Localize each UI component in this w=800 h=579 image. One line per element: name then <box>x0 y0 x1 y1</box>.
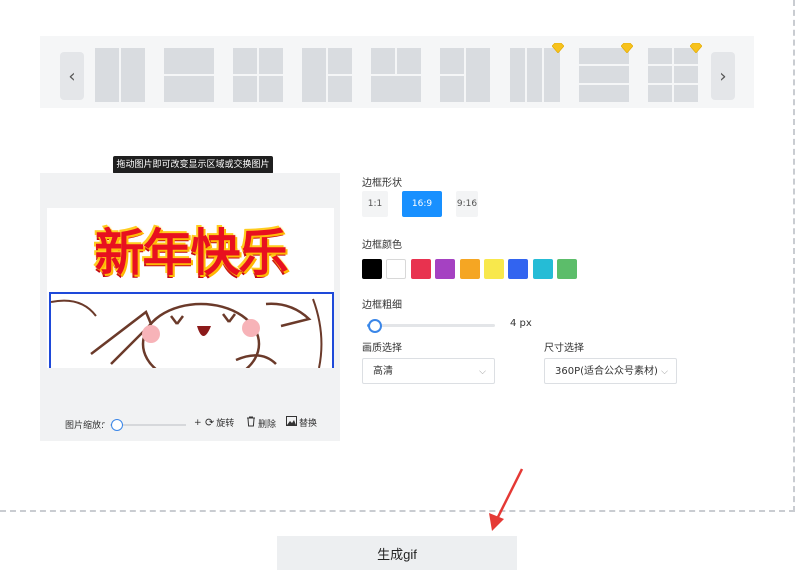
premium-diamond-icon <box>552 43 564 53</box>
layout-cell <box>674 66 698 83</box>
layout-cell <box>233 48 257 74</box>
ratio-1-1-button[interactable]: 1:1 <box>362 191 388 217</box>
zoom-out-button[interactable]: - <box>102 418 105 428</box>
size-value: 360P(适合公众号素材) <box>555 366 658 377</box>
color-swatch[interactable] <box>484 259 504 279</box>
next-layouts-button[interactable]: › <box>711 52 735 100</box>
layout-cell <box>164 48 214 74</box>
layout-cell <box>674 85 698 102</box>
layout-three-rows-thumbnail[interactable] <box>579 43 633 102</box>
layout-cell <box>440 48 464 74</box>
layout-cell <box>233 76 257 102</box>
layout-cell <box>259 76 283 102</box>
delete-label: 删除 <box>258 419 277 430</box>
layout-cell <box>527 48 542 102</box>
panel-border-bottom <box>0 510 795 512</box>
prev-layouts-button[interactable]: ‹ <box>60 52 84 100</box>
layout-cell <box>397 48 421 74</box>
drag-hint-tooltip: 拖动图片即可改变显示区域或交换图片位置 <box>113 156 273 188</box>
rotate-icon: ⟳ <box>205 416 215 429</box>
replace-label: 替换 <box>299 419 318 429</box>
layout-cell <box>328 76 352 102</box>
layout-one-plus-two-thumbnail[interactable] <box>302 48 352 102</box>
size-label: 尺寸选择 <box>544 343 584 354</box>
premium-diamond-icon <box>621 43 633 53</box>
rotate-button[interactable]: ⟳ 旋转 <box>205 416 234 429</box>
layout-cell <box>259 48 283 74</box>
color-swatch[interactable] <box>532 259 553 279</box>
layout-two-columns-thumbnail[interactable] <box>95 48 145 102</box>
layout-cell <box>440 76 464 102</box>
layout-cell <box>648 66 672 83</box>
layout-cell <box>95 48 119 102</box>
layout-six-grid-thumbnail[interactable] <box>648 43 702 102</box>
cartoon-rabbit-image <box>50 298 323 368</box>
quality-value: 高清 <box>373 366 393 377</box>
zoom-label: 图片缩放: <box>65 421 105 431</box>
layout-four-grid-thumbnail[interactable] <box>233 48 283 102</box>
generate-gif-button[interactable]: 生成gif <box>277 536 517 570</box>
replace-button[interactable]: 替换 <box>286 416 317 429</box>
layout-cell <box>544 48 560 102</box>
ratio-9-16-button[interactable]: 9:16 <box>456 191 478 217</box>
color-swatch[interactable] <box>410 259 431 279</box>
color-swatch[interactable] <box>362 259 382 279</box>
premium-diamond-icon <box>690 43 702 53</box>
border-thickness-label: 边框粗细 <box>362 300 402 311</box>
collage-canvas[interactable]: 新年快乐 <box>47 208 334 368</box>
layout-cell <box>328 48 352 74</box>
panel-border-right <box>793 0 795 512</box>
layout-cell <box>121 48 145 102</box>
layout-cell <box>371 48 395 74</box>
layout-cell <box>579 85 629 102</box>
image-icon <box>286 416 297 429</box>
layout-cell <box>648 85 672 102</box>
thickness-slider-handle[interactable] <box>368 319 383 333</box>
selected-image-slot[interactable] <box>49 292 334 368</box>
chevron-right-icon: › <box>719 65 727 87</box>
layout-cell <box>302 48 326 102</box>
thickness-slider-track[interactable] <box>367 324 495 327</box>
layout-three-columns-thumbnail[interactable] <box>510 43 564 102</box>
chevron-down-icon: ⌵ <box>479 367 486 377</box>
color-swatch[interactable] <box>435 259 456 279</box>
red-annotation-arrow <box>489 468 524 531</box>
zoom-slider-handle[interactable] <box>111 419 123 431</box>
chevron-left-icon: ‹ <box>68 65 76 87</box>
image-new-year-text[interactable]: 新年快乐 <box>47 208 334 290</box>
zoom-in-button[interactable]: + <box>194 418 202 428</box>
trash-icon <box>246 416 256 430</box>
color-swatch[interactable] <box>557 259 578 279</box>
layout-cell <box>371 76 421 102</box>
chevron-down-icon: ⌵ <box>661 367 668 377</box>
layout-top-two-bottom-one-thumbnail[interactable] <box>371 48 421 102</box>
thickness-value: 4 px <box>510 318 532 329</box>
border-color-label: 边框颜色 <box>362 240 402 251</box>
layout-cell <box>648 48 672 64</box>
layout-cell <box>579 66 629 83</box>
color-swatch[interactable] <box>386 259 407 279</box>
layout-cell <box>510 48 525 102</box>
layout-cell <box>164 76 214 102</box>
quality-select[interactable]: 高清 ⌵ <box>362 358 495 384</box>
rotate-label: 旋转 <box>216 419 235 429</box>
ratio-16-9-button[interactable]: 16:9 <box>402 191 442 217</box>
layout-left-two-right-one-thumbnail[interactable] <box>440 48 490 102</box>
border-shape-label: 边框形状 <box>362 178 402 189</box>
color-swatch[interactable] <box>459 259 480 279</box>
size-select[interactable]: 360P(适合公众号素材) ⌵ <box>544 358 677 384</box>
layout-two-rows-thumbnail[interactable] <box>164 48 214 102</box>
layout-cell <box>466 48 490 102</box>
quality-label: 画质选择 <box>362 343 402 354</box>
color-swatch[interactable] <box>508 259 529 279</box>
delete-button[interactable]: 删除 <box>246 416 276 430</box>
